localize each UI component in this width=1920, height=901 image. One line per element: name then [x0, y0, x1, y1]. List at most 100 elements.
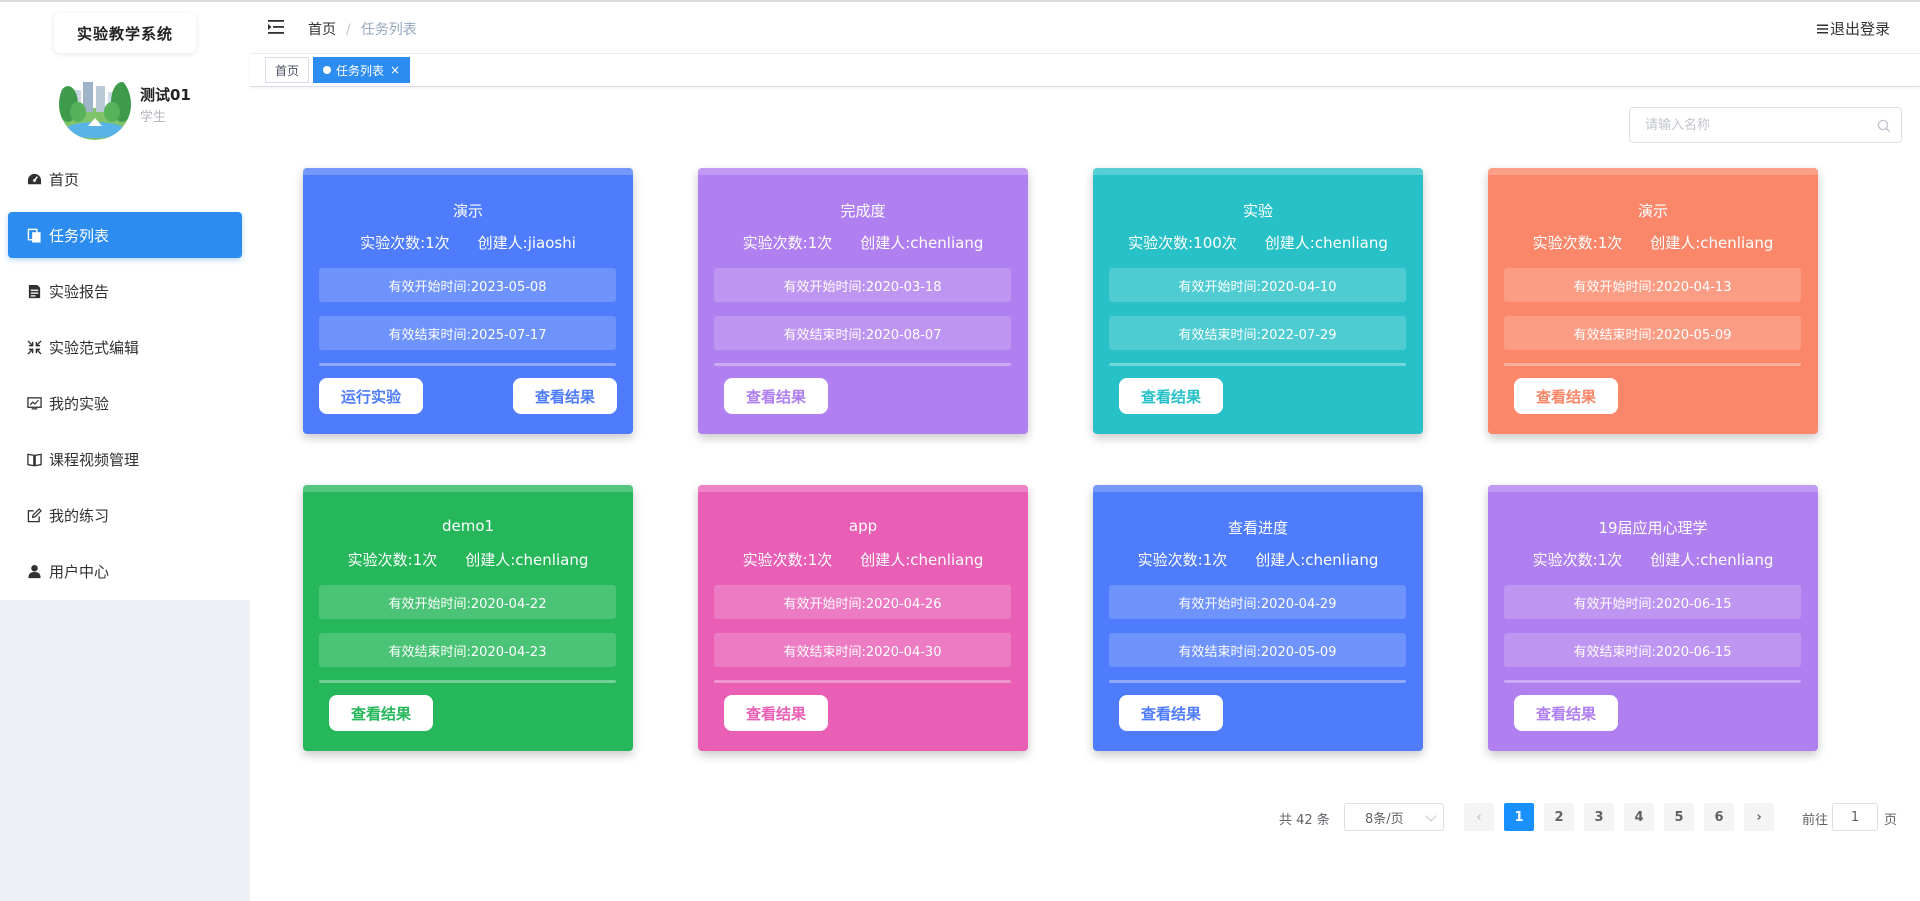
page-number[interactable]: 4: [1624, 803, 1654, 831]
card-divider: [714, 363, 1011, 366]
creator: 创建人:jiaoshi: [477, 234, 576, 252]
view-result-button[interactable]: 查看结果: [329, 695, 433, 731]
breadcrumb-current: 任务列表: [360, 22, 417, 38]
tag-task-list[interactable]: 任务列表 ×: [313, 57, 411, 83]
page-number[interactable]: 3: [1584, 803, 1614, 831]
sidebar-item-my-experiment[interactable]: 我的实验: [8, 380, 242, 426]
user-name: 测试01: [140, 86, 191, 104]
goto-page-input[interactable]: 1: [1832, 803, 1878, 831]
dashboard-icon: [26, 171, 42, 187]
start-date: 有效开始时间:2020-06-15: [1504, 585, 1801, 619]
document-icon: [26, 283, 42, 299]
book-icon: [26, 451, 42, 467]
creator: 创建人:chenliang: [1255, 551, 1379, 569]
breadcrumb-separator: /: [346, 22, 351, 38]
task-card: 演示 实验次数:1次 创建人:chenliang 有效开始时间:2020-04-13 有…: [1488, 168, 1818, 434]
search-input[interactable]: [1645, 108, 1865, 142]
start-date: 有效开始时间:2020-04-10: [1109, 268, 1406, 302]
start-date: 有效开始时间:2020-03-18: [714, 268, 1011, 302]
end-date: 有效结束时间:2025-07-17: [319, 316, 616, 350]
page-size-select[interactable]: 8条/页: [1344, 803, 1444, 831]
view-result-button[interactable]: 查看结果: [513, 378, 617, 414]
run-experiment-button[interactable]: 运行实验: [319, 378, 423, 414]
page-number[interactable]: 6: [1704, 803, 1734, 831]
next-page-button[interactable]: ›: [1744, 803, 1774, 831]
card-title: 实验: [1242, 202, 1273, 220]
experiment-count: 实验次数:1次: [1137, 551, 1228, 569]
logout-label: 退出登录: [1829, 20, 1890, 38]
menu-fold-icon[interactable]: [267, 18, 287, 36]
sidebar-item-label: 实验报告: [49, 282, 110, 301]
page-number[interactable]: 1: [1504, 803, 1534, 831]
card-divider: [714, 680, 1011, 683]
creator: 创建人:chenliang: [1650, 234, 1774, 252]
end-date: 有效结束时间:2020-05-09: [1504, 316, 1801, 350]
sidebar-item-label: 任务列表: [49, 226, 110, 245]
sidebar-menu: 首页 任务列表 实验报告 实验范式编辑 我的实验 课程视频管理 我的练习 用户中…: [0, 156, 250, 604]
search-box: [1629, 107, 1902, 143]
sidebar-item-course-video[interactable]: 课程视频管理: [8, 436, 242, 482]
start-date: 有效开始时间:2020-04-22: [319, 585, 616, 619]
card-top-strip: [698, 485, 1028, 492]
start-date: 有效开始时间:2020-04-29: [1109, 585, 1406, 619]
sidebar-item-my-practice[interactable]: 我的练习: [8, 492, 242, 538]
sidebar-item-paradigm-edit[interactable]: 实验范式编辑: [8, 324, 242, 370]
creator: 创建人:chenliang: [860, 551, 984, 569]
card-top-strip: [698, 168, 1028, 175]
edit-icon: [26, 507, 42, 523]
task-card: 完成度 实验次数:1次 创建人:chenliang 有效开始时间:2020-03-18…: [698, 168, 1028, 434]
sidebar-item-task-list[interactable]: 任务列表: [8, 212, 242, 258]
task-card: app 实验次数:1次 创建人:chenliang 有效开始时间:2020-04-26…: [698, 485, 1028, 751]
goto-prefix: 前往: [1802, 813, 1829, 828]
creator: 创建人:chenliang: [1650, 551, 1774, 569]
tag-home[interactable]: 首页: [265, 57, 310, 83]
sidebar-item-report[interactable]: 实验报告: [8, 268, 242, 314]
card-info: 实验次数:1次 创建人:chenliang: [698, 232, 1028, 253]
compress-icon: [26, 339, 42, 355]
task-card: 查看进度 实验次数:1次 创建人:chenliang 有效开始时间:2020-04-2…: [1093, 485, 1423, 751]
task-card: 演示 实验次数:1次 创建人:jiaoshi 有效开始时间:2023-05-08 有效结…: [303, 168, 633, 434]
view-result-button[interactable]: 查看结果: [1119, 378, 1223, 414]
view-result-button[interactable]: 查看结果: [1514, 378, 1618, 414]
close-icon[interactable]: ×: [390, 63, 400, 77]
card-divider: [1504, 363, 1801, 366]
end-date: 有效结束时间:2020-05-09: [1109, 633, 1406, 667]
end-date: 有效结束时间:2020-06-15: [1504, 633, 1801, 667]
top-navbar: 首页 / 任务列表 退出登录: [250, 2, 1920, 54]
creator: 创建人:chenliang: [1264, 234, 1388, 252]
sidebar-item-label: 我的实验: [49, 394, 110, 413]
avatar[interactable]: [58, 68, 132, 140]
page-number[interactable]: 5: [1664, 803, 1694, 831]
experiment-count: 实验次数:1次: [360, 234, 450, 252]
logout-button[interactable]: 退出登录: [1816, 18, 1890, 39]
card-top-strip: [303, 168, 633, 175]
breadcrumb-home[interactable]: 首页: [308, 22, 336, 38]
pagination-total: 共 42 条: [1279, 813, 1330, 828]
view-result-button[interactable]: 查看结果: [1514, 695, 1618, 731]
tags-view: 首页 任务列表 ×: [250, 54, 1920, 87]
page-size-value: 8条/页: [1365, 811, 1404, 827]
end-date: 有效结束时间:2022-07-29: [1109, 316, 1406, 350]
card-info: 实验次数:100次 创建人:chenliang: [1093, 232, 1423, 253]
card-divider: [1504, 680, 1801, 683]
page-number[interactable]: 2: [1544, 803, 1574, 831]
view-result-button[interactable]: 查看结果: [724, 378, 828, 414]
card-top-strip: [1093, 485, 1423, 492]
search-icon[interactable]: [1877, 118, 1891, 133]
card-info: 实验次数:1次 创建人:chenliang: [303, 549, 633, 570]
end-date: 有效结束时间:2020-04-23: [319, 633, 616, 667]
card-top-strip: [1488, 485, 1818, 492]
view-result-button[interactable]: 查看结果: [1119, 695, 1223, 731]
chevron-down-icon: [1425, 810, 1437, 822]
card-top-strip: [1488, 168, 1818, 175]
card-title: 19届应用心理学: [1598, 519, 1708, 537]
sidebar-item-user-center[interactable]: 用户中心: [8, 548, 242, 594]
prev-page-button[interactable]: ‹: [1464, 803, 1494, 831]
start-date: 有效开始时间:2020-04-13: [1504, 268, 1801, 302]
sidebar-item-home[interactable]: 首页: [8, 156, 242, 202]
card-title: 演示: [452, 202, 483, 220]
goto-suffix: 页: [1884, 813, 1898, 828]
view-result-button[interactable]: 查看结果: [724, 695, 828, 731]
end-date: 有效结束时间:2020-04-30: [714, 633, 1011, 667]
breadcrumb: 首页 / 任务列表: [308, 19, 417, 39]
